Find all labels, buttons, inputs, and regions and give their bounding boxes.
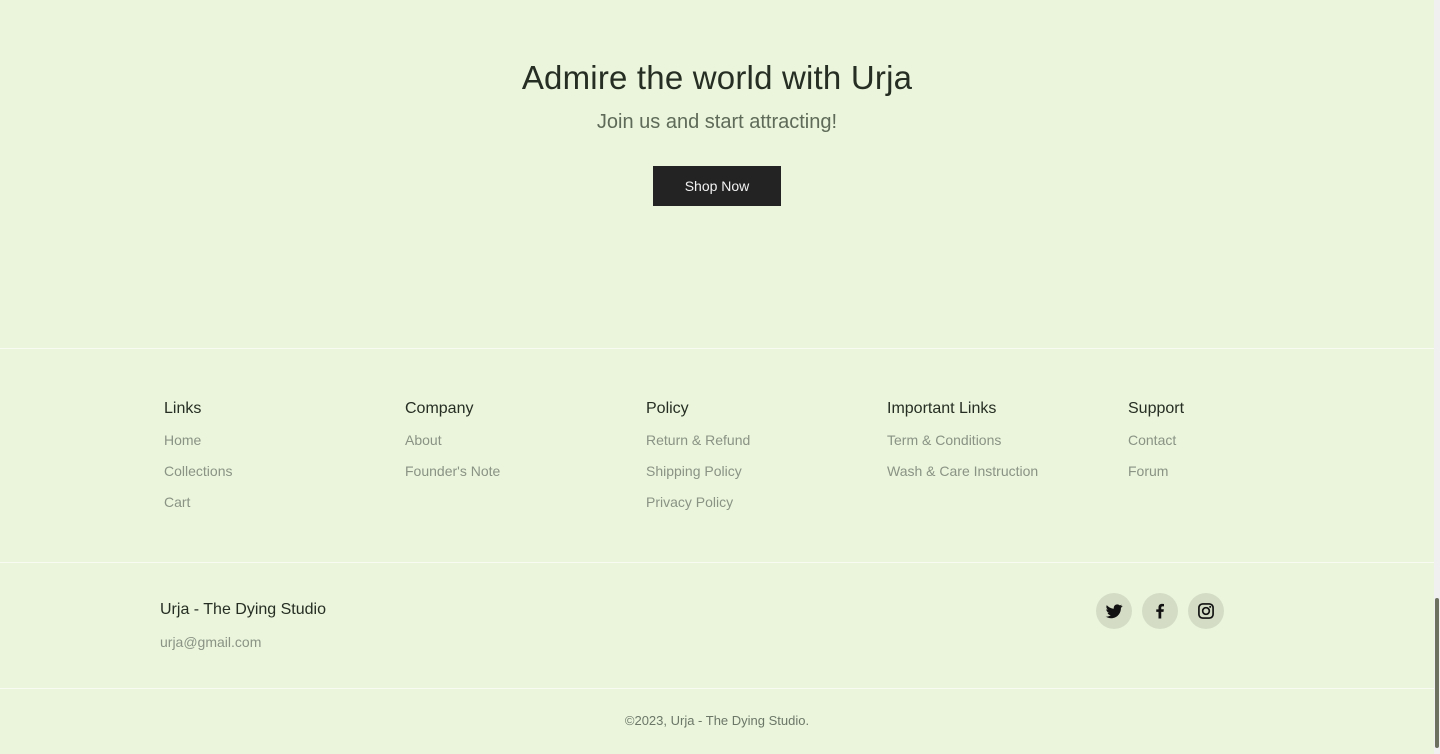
footer-link-return-refund[interactable]: Return & Refund: [646, 429, 750, 451]
divider: [0, 348, 1434, 349]
footer-column-important-links: Important Links Term & Conditions Wash &…: [887, 398, 1038, 491]
footer-link-cart[interactable]: Cart: [164, 491, 232, 513]
hero-subtitle: Join us and start attracting!: [596, 111, 838, 133]
footer-link-terms[interactable]: Term & Conditions: [887, 429, 1038, 451]
copyright-text: ©2023, Urja - The Dying Studio.: [624, 713, 810, 728]
instagram-icon: [1198, 603, 1214, 619]
footer-link-forum[interactable]: Forum: [1128, 460, 1184, 482]
footer-link-about[interactable]: About: [405, 429, 500, 451]
twitter-icon: [1105, 604, 1123, 619]
column-title: Policy: [646, 400, 689, 417]
brand-name: Urja - The Dying Studio: [160, 601, 326, 618]
shop-now-button[interactable]: Shop Now: [653, 166, 781, 206]
footer-column-company: Company About Founder's Note: [405, 398, 500, 491]
footer-link-collections[interactable]: Collections: [164, 460, 232, 482]
footer-column-links: Links Home Collections Cart: [164, 398, 232, 522]
footer-link-shipping-policy[interactable]: Shipping Policy: [646, 460, 750, 482]
footer-column-support: Support Contact Forum: [1128, 398, 1184, 491]
divider: [0, 562, 1434, 563]
facebook-icon: [1156, 603, 1164, 619]
brand-email-link[interactable]: urja@gmail.com: [160, 631, 261, 653]
column-title: Company: [405, 400, 474, 417]
hero-section: Admire the world with Urja Join us and s…: [0, 0, 1434, 348]
scrollbar-thumb[interactable]: [1435, 598, 1439, 748]
column-title: Important Links: [887, 400, 997, 417]
twitter-button[interactable]: [1096, 593, 1132, 629]
facebook-button[interactable]: [1142, 593, 1178, 629]
instagram-button[interactable]: [1188, 593, 1224, 629]
footer-link-wash-care[interactable]: Wash & Care Instruction: [887, 460, 1038, 482]
divider: [0, 688, 1434, 689]
column-title: Links: [164, 400, 202, 417]
footer-column-policy: Policy Return & Refund Shipping Policy P…: [646, 398, 750, 522]
page: Admire the world with Urja Join us and s…: [0, 0, 1434, 754]
footer-link-home[interactable]: Home: [164, 429, 232, 451]
hero-title: Admire the world with Urja: [521, 59, 913, 96]
footer-link-contact[interactable]: Contact: [1128, 429, 1184, 451]
footer-link-privacy-policy[interactable]: Privacy Policy: [646, 491, 750, 513]
footer-link-founders-note[interactable]: Founder's Note: [405, 460, 500, 482]
column-title: Support: [1128, 400, 1185, 417]
